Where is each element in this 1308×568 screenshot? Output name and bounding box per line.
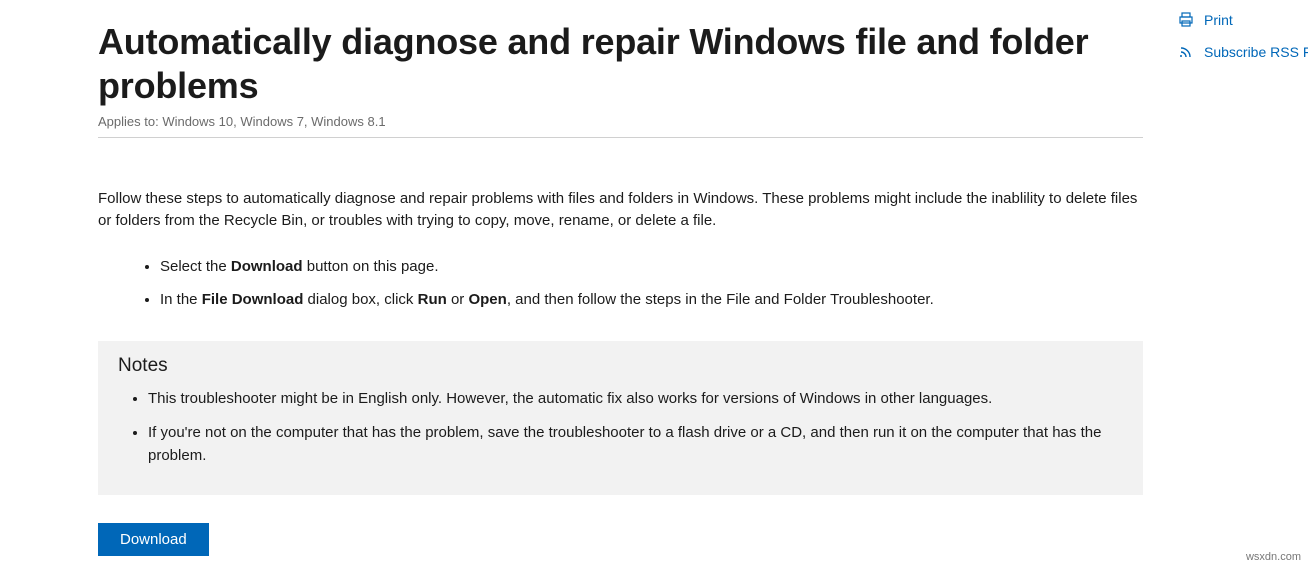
rss-icon xyxy=(1178,44,1194,60)
attribution: wsxdn.com xyxy=(1243,550,1304,564)
notes-box: Notes This troubleshooter might be in En… xyxy=(98,341,1143,495)
step-bold: Download xyxy=(231,258,303,275)
applies-to: Applies to: Windows 10, Windows 7, Windo… xyxy=(98,114,1143,129)
notes-list: This troubleshooter might be in English … xyxy=(118,387,1123,467)
notes-heading: Notes xyxy=(118,355,1123,377)
print-icon xyxy=(1178,12,1194,28)
rss-label: Subscribe RSS F xyxy=(1204,44,1308,60)
step-item: Select the Download button on this page. xyxy=(160,253,1143,280)
step-text: In the xyxy=(160,291,202,308)
step-text: , and then follow the steps in the File … xyxy=(507,291,934,308)
step-bold: Open xyxy=(468,291,506,308)
step-text: Select the xyxy=(160,258,231,275)
steps-list: Select the Download button on this page.… xyxy=(98,253,1143,313)
note-item: This troubleshooter might be in English … xyxy=(148,387,1123,410)
step-item: In the File Download dialog box, click R… xyxy=(160,286,1143,313)
download-button[interactable]: Download xyxy=(98,523,209,556)
step-bold: File Download xyxy=(202,291,304,308)
step-text: button on this page. xyxy=(303,258,439,275)
side-actions: Print Subscribe RSS F xyxy=(1178,12,1308,76)
print-link[interactable]: Print xyxy=(1178,12,1308,28)
step-text: or xyxy=(447,291,469,308)
divider xyxy=(98,137,1143,138)
note-item: If you're not on the computer that has t… xyxy=(148,421,1123,468)
step-text: dialog box, click xyxy=(303,291,417,308)
rss-link[interactable]: Subscribe RSS F xyxy=(1178,44,1308,60)
step-bold: Run xyxy=(418,291,447,308)
intro-paragraph: Follow these steps to automatically diag… xyxy=(98,188,1143,232)
page-title: Automatically diagnose and repair Window… xyxy=(98,20,1143,108)
print-label: Print xyxy=(1204,12,1233,28)
